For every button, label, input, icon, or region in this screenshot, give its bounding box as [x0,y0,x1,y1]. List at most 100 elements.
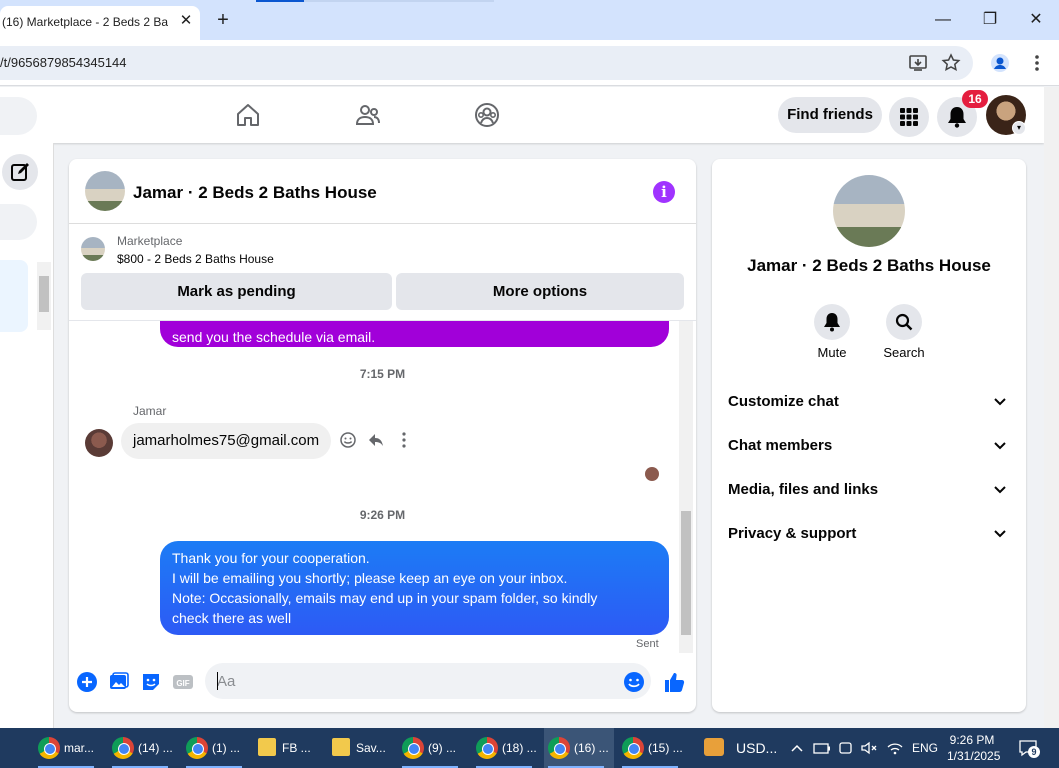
timestamp: 9:26 PM [359,508,406,522]
browser-menu-icon[interactable] [1027,53,1047,73]
outgoing-message[interactable]: Thank you for your cooperation. I will b… [160,541,669,635]
window-close-icon[interactable]: ✕ [1023,8,1049,32]
battery-icon[interactable] [813,738,831,758]
browser-tab-active[interactable]: (16) Marketplace - 2 Beds 2 Baths ✕ [0,6,200,40]
message-input[interactable] [205,663,651,699]
currency-icon [704,738,724,756]
tab-close-icon[interactable]: ✕ [178,12,194,30]
marketplace-label: Marketplace [117,234,183,248]
search-messenger[interactable] [0,204,37,240]
message-line: Note: Occasionally, emails may end up in… [172,590,598,606]
wifi-icon[interactable] [886,738,904,758]
mark-as-pending-button[interactable]: Mark as pending [81,273,392,310]
taskbar-item[interactable]: Sav... [326,728,394,768]
url-text: /t/9656879854345144 [0,55,127,70]
sender-avatar[interactable] [85,429,113,457]
new-message-button[interactable] [2,154,38,190]
chrome-icon [186,737,208,759]
outgoing-message[interactable]: send you the schedule via email. [160,321,669,347]
customize-chat-section[interactable]: Customize chat [728,389,1010,413]
section-label: Chat members [728,437,833,454]
info-icon[interactable]: i [653,181,675,203]
page-scrollbar[interactable] [1044,87,1059,728]
account-chevron-icon[interactable]: ▾ [1012,121,1026,135]
mute-button[interactable] [814,304,850,340]
taskbar-item[interactable]: (1) ... [182,728,250,768]
thread-scrollbar-thumb[interactable] [681,511,691,635]
chevron-down-icon [994,398,1006,406]
taskbar-item[interactable]: (14) ... [108,728,176,768]
conversation-title[interactable]: Jamar · 2 Beds 2 Baths House [133,183,377,203]
language-indicator[interactable]: ENG [912,741,938,761]
listing-title[interactable]: $800 - 2 Beds 2 Baths House [117,252,274,266]
react-icon[interactable] [339,431,357,449]
profile-name: Jamar · 2 Beds 2 Baths House [747,256,991,275]
conversation-panel: Jamar · 2 Beds 2 Baths House i Marketpla… [69,159,696,712]
new-tab-icon[interactable]: + [213,10,233,30]
minimize-icon[interactable]: — [930,8,956,32]
listing-thumbnail[interactable] [81,237,105,261]
taskbar-item[interactable]: FB ... [252,728,320,768]
sticker-icon[interactable] [140,671,162,693]
address-bar-row: /t/9656879854345144 [0,40,1059,86]
grid-menu-icon [900,108,918,126]
browser-tab-strip: (16) Marketplace - 2 Beds 2 Baths ✕ + — … [0,0,1059,40]
sender-name: Jamar [133,404,167,418]
action-center-icon[interactable]: 9 [1018,738,1040,758]
search-in-conversation-button[interactable] [886,304,922,340]
taskbar-item[interactable]: mar... [34,728,102,768]
active-conversation-item[interactable] [0,260,28,332]
taskbar-item-active[interactable]: (16) ... [544,728,614,768]
bell-icon [948,107,966,128]
windows-taskbar: mar... (14) ... (1) ... FB ... Sav... (9… [0,728,1059,768]
conversation-avatar[interactable] [85,171,125,211]
profile-avatar[interactable] [833,175,905,247]
chats-scrollbar-thumb[interactable] [39,276,49,312]
more-actions-icon[interactable] [395,431,413,449]
taskbar-item[interactable]: (18) ... [472,728,540,768]
facebook-top-nav: Find friends [0,87,1044,143]
notification-count: 9 [1028,746,1040,758]
taskbar-item[interactable]: (9) ... [398,728,466,768]
folder-icon [258,738,276,756]
friends-icon[interactable] [354,101,382,129]
groups-icon[interactable] [473,101,501,129]
menu-button[interactable] [889,97,929,137]
weather-widget[interactable]: USD... [702,728,782,768]
chrome-icon [38,737,60,759]
chat-members-section[interactable]: Chat members [728,433,1010,457]
add-more-icon[interactable] [76,671,98,693]
section-label: Media, files and links [728,481,879,498]
install-app-icon[interactable] [908,53,928,73]
meet-now-icon[interactable] [838,738,854,758]
home-icon[interactable] [234,101,262,129]
more-options-button[interactable]: More options [396,273,684,310]
privacy-support-section[interactable]: Privacy & support [728,521,1010,545]
system-clock[interactable]: 9:26 PM 1/31/2025 [947,732,1000,764]
taskbar-item[interactable]: (15) ... [618,728,686,768]
reply-icon[interactable] [367,431,385,449]
facebook-search[interactable] [0,97,37,135]
find-friends-button[interactable]: Find friends [778,97,882,133]
volume-muted-icon[interactable] [860,738,878,758]
chrome-icon [548,737,570,759]
media-files-links-section[interactable]: Media, files and links [728,477,1010,501]
thumbs-up-icon[interactable] [663,671,685,693]
emoji-icon[interactable] [623,671,645,693]
svg-text:GIF: GIF [176,679,189,688]
clock-time: 9:26 PM [949,733,995,747]
bookmark-star-icon[interactable] [941,53,961,73]
photo-icon[interactable] [108,671,130,693]
mute-label: Mute [817,345,847,360]
omnibox[interactable]: /t/9656879854345144 [0,46,973,80]
restore-icon[interactable]: ❐ [977,8,1003,32]
message-line: check there as well [172,610,292,626]
folder-icon [332,738,350,756]
tab-indicator [256,0,304,2]
profile-icon[interactable] [990,53,1010,73]
show-hidden-icons-chevron-icon[interactable] [790,738,804,758]
incoming-message[interactable]: jamarholmes75@gmail.com [121,423,332,459]
notification-count-badge: 16 [962,90,988,108]
gif-icon[interactable]: GIF [172,671,194,693]
message-text: send you the schedule via email. [172,329,376,345]
